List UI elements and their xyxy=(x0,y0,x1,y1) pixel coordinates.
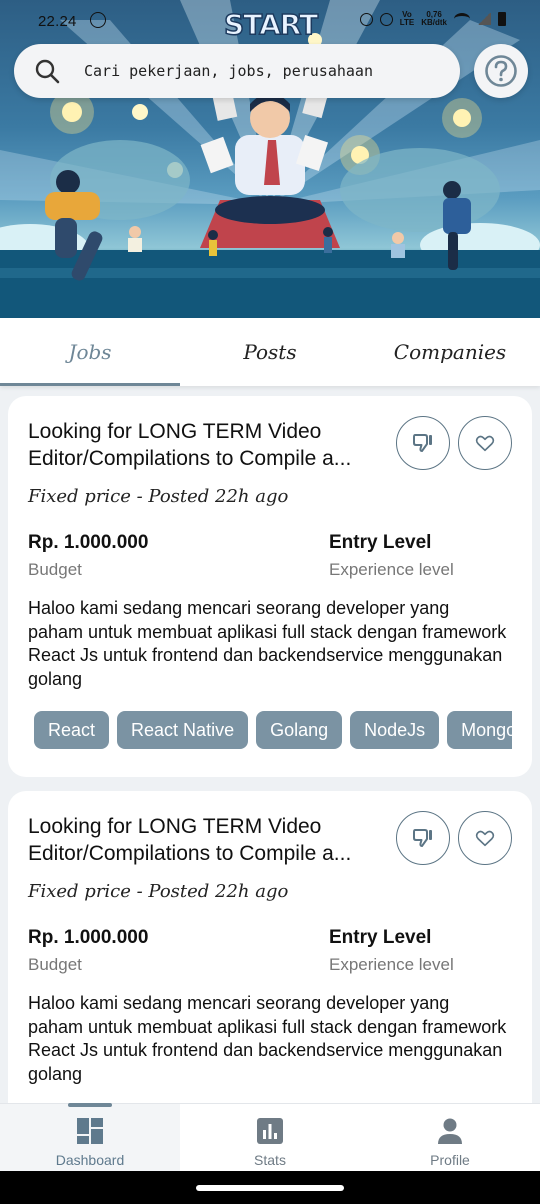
whatsapp-notification-icon xyxy=(90,12,106,28)
search-icon xyxy=(35,59,60,84)
budget-value: Rp. 1.000.000 xyxy=(28,532,149,553)
favorite-button[interactable] xyxy=(458,416,512,470)
home-gesture-handle[interactable] xyxy=(196,1185,344,1191)
status-time: 22.24 xyxy=(38,13,77,30)
alarm-icon xyxy=(359,12,373,26)
dislike-button[interactable] xyxy=(396,811,450,865)
skill-chips[interactable]: React React Native Golang NodeJs Mongol xyxy=(34,711,512,749)
tab-jobs[interactable]: Jobs xyxy=(0,318,180,386)
thumbs-down-icon xyxy=(413,829,432,847)
dashboard-icon xyxy=(77,1118,103,1144)
nav-label: Profile xyxy=(430,1152,470,1168)
network-speed: 0,76 KB/dtk xyxy=(421,10,447,27)
category-tabs: Jobs Posts Companies xyxy=(0,318,540,386)
tab-companies[interactable]: Companies xyxy=(360,318,540,386)
skill-chip[interactable]: Mongol xyxy=(447,711,512,749)
wifi-icon xyxy=(454,13,470,25)
nav-dashboard[interactable]: Dashboard xyxy=(0,1103,180,1171)
system-gesture-bar xyxy=(0,1171,540,1204)
job-description: Haloo kami sedang mencari seorang develo… xyxy=(28,993,507,1084)
job-meta: Fixed price - Posted 22h ago xyxy=(28,881,289,902)
experience-value: Entry Level xyxy=(329,927,432,948)
experience-label: Experience level xyxy=(329,955,454,974)
favorite-button[interactable] xyxy=(458,811,512,865)
battery-icon xyxy=(498,12,506,26)
nav-stats[interactable]: Stats xyxy=(180,1104,360,1171)
skill-chip[interactable]: React Native xyxy=(117,711,249,749)
hero-banner: 22.24 Vo LTE 0,76 KB/dtk START xyxy=(0,0,540,318)
job-title[interactable]: Looking for LONG TERM Video Editor/Compi… xyxy=(28,813,388,867)
network-label: Vo LTE xyxy=(399,10,415,27)
mute-icon xyxy=(379,12,393,26)
thumbs-down-icon xyxy=(413,434,432,452)
dislike-button[interactable] xyxy=(396,416,450,470)
bottom-navigation: Dashboard Stats Profile xyxy=(0,1103,540,1171)
job-title[interactable]: Looking for LONG TERM Video Editor/Compi… xyxy=(28,418,388,472)
heart-icon xyxy=(475,435,495,452)
search-bar[interactable] xyxy=(14,44,460,98)
skill-chip[interactable]: NodeJs xyxy=(350,711,440,749)
budget-value: Rp. 1.000.000 xyxy=(28,927,149,948)
nav-profile[interactable]: Profile xyxy=(360,1104,540,1171)
job-meta: Fixed price - Posted 22h ago xyxy=(28,486,289,507)
app-logo: START xyxy=(223,7,319,42)
budget-label: Budget xyxy=(28,560,82,579)
question-circle-icon xyxy=(485,55,517,87)
skill-chip[interactable]: React xyxy=(34,711,110,749)
signal-icon xyxy=(477,13,491,25)
tab-posts[interactable]: Posts xyxy=(180,318,360,386)
stats-icon xyxy=(257,1118,283,1144)
profile-icon xyxy=(438,1118,462,1144)
status-icons: Vo LTE 0,76 KB/dtk xyxy=(359,10,506,27)
budget-label: Budget xyxy=(28,955,82,974)
nav-label: Stats xyxy=(254,1152,286,1168)
heart-icon xyxy=(475,830,495,847)
job-description: Haloo kami sedang mencari seorang develo… xyxy=(28,598,507,689)
skill-chip[interactable]: Golang xyxy=(256,711,343,749)
experience-value: Entry Level xyxy=(329,532,432,553)
job-card[interactable]: Looking for LONG TERM Video Editor/Compi… xyxy=(8,791,532,1121)
help-button[interactable] xyxy=(474,44,528,98)
job-card[interactable]: Looking for LONG TERM Video Editor/Compi… xyxy=(8,396,532,777)
search-input[interactable] xyxy=(84,54,444,88)
nav-label: Dashboard xyxy=(55,1152,125,1168)
experience-label: Experience level xyxy=(329,560,454,579)
